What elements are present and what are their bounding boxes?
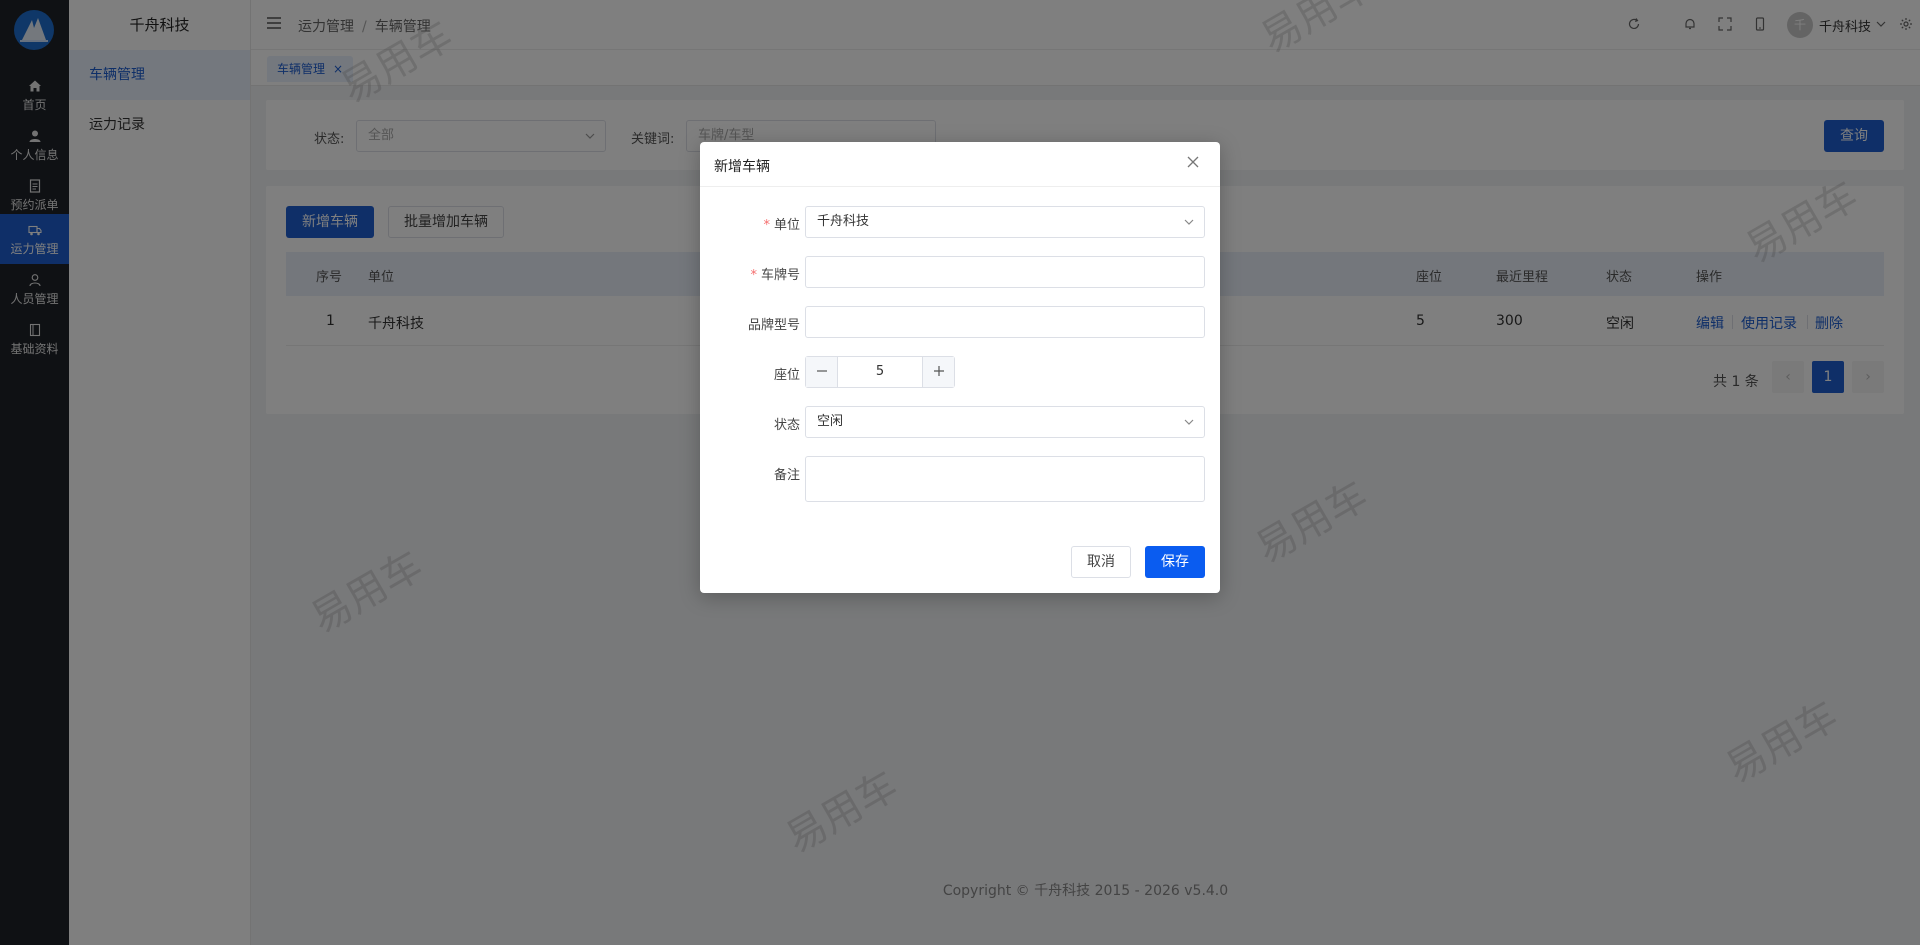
cancel-button[interactable]: 取消 xyxy=(1071,546,1131,578)
status-select-value: 空闲 xyxy=(817,414,844,429)
seats-increment-button[interactable] xyxy=(922,357,954,387)
chevron-down-icon xyxy=(1184,419,1194,425)
minus-icon xyxy=(816,370,827,372)
unit-select-value: 千舟科技 xyxy=(817,214,870,229)
seats-field-label: 座位 xyxy=(773,368,800,383)
brand-model-input[interactable] xyxy=(805,306,1205,338)
remark-textarea[interactable] xyxy=(805,456,1205,502)
model-field-label: 品牌型号 xyxy=(747,318,800,333)
dialog-divider xyxy=(700,186,1220,187)
close-icon[interactable] xyxy=(1186,155,1200,169)
plate-field-label: * 车牌号 xyxy=(700,264,800,283)
status-select[interactable]: 空闲 xyxy=(805,406,1205,438)
seats-decrement-button[interactable] xyxy=(806,357,838,387)
add-vehicle-dialog: 新增车辆 * 单位 千舟科技 * 车牌号 品牌型号 座位 5 状态 空闲 备注 取消… xyxy=(700,142,1220,593)
plate-label-text: 车牌号 xyxy=(760,268,800,283)
unit-select[interactable]: 千舟科技 xyxy=(805,206,1205,238)
seats-stepper: 5 xyxy=(805,356,955,388)
seats-value[interactable]: 5 xyxy=(838,357,922,387)
dialog-title: 新增车辆 xyxy=(714,159,770,175)
plus-icon xyxy=(933,366,944,376)
remark-field-label: 备注 xyxy=(773,468,800,483)
plate-number-input[interactable] xyxy=(805,256,1205,288)
required-mark: * xyxy=(750,268,757,283)
unit-label-text: 单位 xyxy=(773,218,800,233)
chevron-down-icon xyxy=(1184,219,1194,225)
status-field-label: 状态 xyxy=(773,418,800,433)
save-button[interactable]: 保存 xyxy=(1145,546,1205,578)
unit-field-label: * 单位 xyxy=(700,214,800,233)
required-mark: * xyxy=(763,218,770,233)
